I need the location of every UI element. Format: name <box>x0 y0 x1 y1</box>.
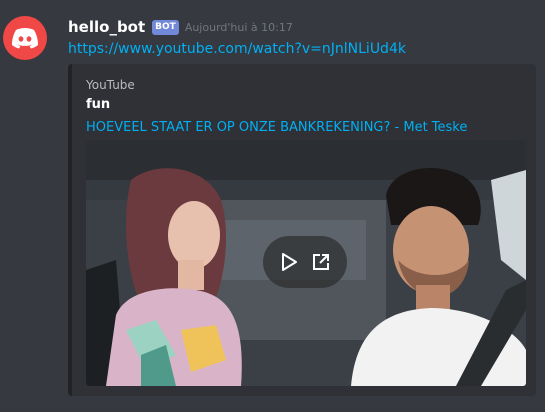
avatar[interactable] <box>3 16 47 60</box>
youtube-embed: YouTube fun HOEVEEL STAAT ER OP ONZE BAN… <box>68 64 536 396</box>
video-thumbnail[interactable] <box>86 140 526 386</box>
play-icon[interactable] <box>278 251 300 273</box>
embed-provider: YouTube <box>86 78 135 92</box>
external-link-icon[interactable] <box>310 251 332 273</box>
embed-title-link[interactable]: HOEVEEL STAAT ER OP ONZE BANKREKENING? -… <box>86 120 467 135</box>
username[interactable]: hello_bot <box>68 18 145 36</box>
bot-tag: BOT <box>152 19 179 35</box>
message-link[interactable]: https://www.youtube.com/watch?v=nJnlNLiU… <box>68 41 406 57</box>
message-header: hello_bot BOT Aujourd'hui à 10:17 <box>68 16 293 38</box>
discord-logo-icon <box>12 28 38 49</box>
embed-author: fun <box>86 97 111 112</box>
message-timestamp: Aujourd'hui à 10:17 <box>184 20 293 34</box>
video-controls <box>263 236 347 288</box>
